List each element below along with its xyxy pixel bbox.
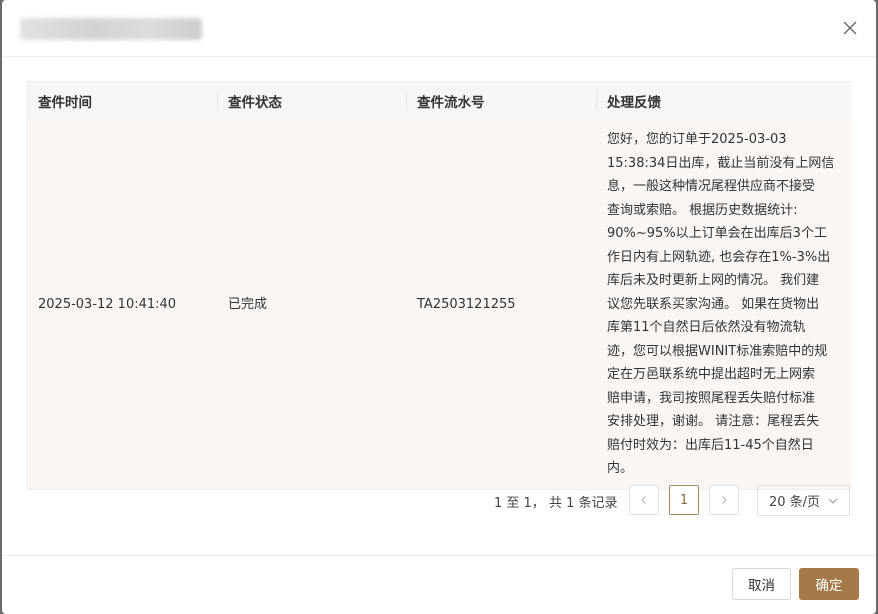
page-size-value: 20 条/页 <box>769 495 821 510</box>
close-icon[interactable] <box>838 16 862 40</box>
query-table: 查件时间 查件状态 查件流水号 处理反馈 2025-03-12 10:41:40… <box>27 81 852 490</box>
page-number-button[interactable]: 1 <box>669 485 699 515</box>
cell-query-serial: TA2503121255 <box>407 120 597 489</box>
column-header-time: 查件时间 <box>28 82 218 120</box>
cell-query-status: 已完成 <box>218 120 407 489</box>
dialog-title-redacted <box>20 18 202 40</box>
confirm-button[interactable]: 确定 <box>799 568 859 600</box>
dialog-header <box>2 0 876 57</box>
column-header-feedback: 处理反馈 <box>597 82 852 120</box>
pagination: 1 至 1， 共 1 条记录 1 20 条/页 <box>2 485 876 517</box>
cell-query-time: 2025-03-12 10:41:40 <box>28 120 218 489</box>
cell-feedback: 您好，您的订单于2025-03-03 15:38:34日出库，截止当前没有上网信… <box>597 120 852 489</box>
prev-page-button[interactable] <box>629 485 659 515</box>
table-header-row: 查件时间 查件状态 查件流水号 处理反馈 <box>28 82 852 120</box>
page-size-select[interactable]: 20 条/页 <box>757 485 850 516</box>
table-row: 2025-03-12 10:41:40 已完成 TA2503121255 您好，… <box>28 120 852 489</box>
cancel-button[interactable]: 取消 <box>732 568 791 600</box>
column-header-serial: 查件流水号 <box>407 82 597 120</box>
column-header-status: 查件状态 <box>218 82 407 120</box>
next-page-button[interactable] <box>709 485 739 515</box>
chevron-right-icon <box>722 496 727 504</box>
chevron-left-icon <box>641 496 646 504</box>
close-icon-glyph <box>843 21 857 35</box>
pagination-summary: 1 至 1， 共 1 条记录 <box>494 496 618 511</box>
query-record-dialog: 查件时间 查件状态 查件流水号 处理反馈 2025-03-12 10:41:40… <box>2 0 876 614</box>
dialog-footer: 取消 确定 <box>2 555 876 614</box>
chevron-down-icon <box>828 498 838 504</box>
